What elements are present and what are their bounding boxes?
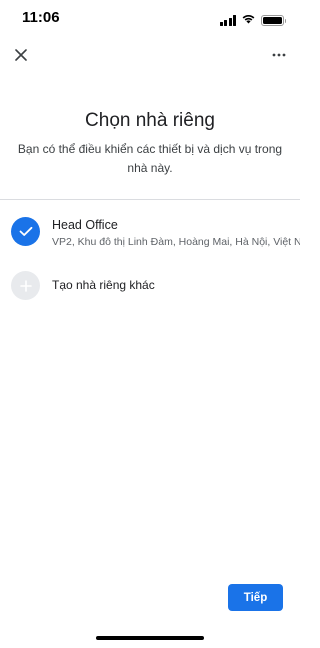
next-button[interactable]: Tiếp xyxy=(228,584,283,611)
close-icon xyxy=(15,49,27,61)
plus-circle xyxy=(11,271,40,300)
home-name: Head Office xyxy=(52,218,118,232)
home-indicator[interactable] xyxy=(96,636,204,640)
create-home-button[interactable]: Tạo nhà riêng khác xyxy=(0,266,300,304)
close-button[interactable] xyxy=(10,44,32,66)
home-item-head-office[interactable]: Head Office VP2, Khu đô thị Linh Đàm, Ho… xyxy=(0,210,300,258)
divider xyxy=(0,199,300,200)
check-icon xyxy=(19,226,32,236)
cellular-signal-icon xyxy=(219,15,236,26)
page-subtitle: Bạn có thể điều khiển các thiết bị và dị… xyxy=(17,142,283,175)
status-time: 11:06 xyxy=(22,9,60,26)
create-home-label: Tạo nhà riêng khác xyxy=(52,278,155,292)
status-bar: 11:06 xyxy=(0,0,300,36)
more-options-button[interactable] xyxy=(268,44,290,66)
wifi-icon xyxy=(241,11,256,29)
battery-level xyxy=(263,16,282,24)
plus-icon xyxy=(19,279,32,292)
battery-icon xyxy=(261,14,286,26)
home-address: VP2, Khu đô thị Linh Đàm, Hoàng Mai, Hà … xyxy=(52,236,300,248)
page-title: Chọn nhà riêng xyxy=(85,110,215,131)
selected-indicator xyxy=(11,217,40,246)
status-icons xyxy=(219,11,286,29)
more-horizontal-icon xyxy=(272,53,286,57)
